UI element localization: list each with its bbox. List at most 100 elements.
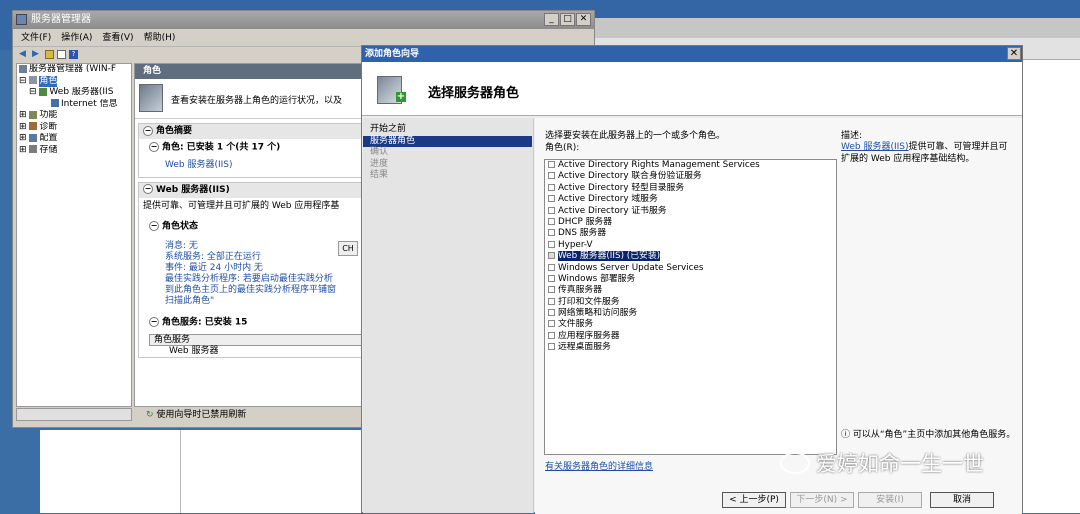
tree-item-features[interactable]: ⊞ 功能 xyxy=(17,110,131,122)
roles-intro: 查看安装在服务器上角色的运行状况，以及 xyxy=(135,79,383,119)
server-manager-title: 服务器管理器 xyxy=(31,14,91,25)
back-button[interactable]: < 上一步(P) xyxy=(722,492,786,508)
configuration-icon xyxy=(29,133,38,142)
web-server-section: − Web 服务器(IIS) 提供可靠、可管理并且可扩展的 Web 应用程序基 −… xyxy=(138,181,380,358)
hint-text: ⓘ 可以从“角色”主页中添加其他角色服务。 xyxy=(841,430,1016,440)
pane-title: 角色 xyxy=(135,64,383,79)
add-plus-icon: + xyxy=(396,91,406,102)
checkbox[interactable] xyxy=(548,274,555,282)
role-item[interactable]: Active Directory Rights Management Servi… xyxy=(545,160,836,171)
checkbox[interactable] xyxy=(548,297,555,305)
role-services-table-row: Web 服务器 xyxy=(169,345,219,356)
maximize-button[interactable]: □ xyxy=(560,13,575,26)
iis-icon xyxy=(51,99,59,107)
step-confirmation: 确认 xyxy=(370,147,389,157)
roles-list: Active Directory Rights Management Servi… xyxy=(544,159,837,455)
role-item[interactable]: 传真服务器 xyxy=(545,285,836,296)
checkbox[interactable] xyxy=(548,206,555,214)
tree-item-configuration[interactable]: ⊞ 配置 xyxy=(17,133,131,145)
step-server-roles[interactable]: 服务器角色 xyxy=(363,135,532,147)
checkbox[interactable] xyxy=(548,161,555,168)
server-manager-icon xyxy=(16,14,27,25)
tree-item-iis[interactable]: Internet 信息 xyxy=(17,99,131,111)
server-icon xyxy=(19,64,27,73)
step-progress: 进度 xyxy=(370,158,389,169)
role-item[interactable]: 远程桌面服务 xyxy=(545,342,836,353)
checkbox[interactable] xyxy=(548,195,555,203)
role-item[interactable]: 应用程序服务器 xyxy=(545,331,836,342)
features-icon xyxy=(29,110,38,119)
step-results: 结果 xyxy=(370,170,389,180)
menu-view[interactable]: 查看(V) xyxy=(102,29,133,46)
checkbox[interactable] xyxy=(548,183,555,191)
more-info-link[interactable]: 有关服务器角色的详细信息 xyxy=(545,459,653,472)
back-arrow-icon[interactable]: ◀ xyxy=(19,49,29,59)
role-item[interactable]: DHCP 服务器 xyxy=(545,217,836,228)
checkbox[interactable] xyxy=(548,286,555,294)
next-button[interactable]: 下一步(N) > xyxy=(790,492,854,508)
role-item[interactable]: Active Directory 联合身份验证服务 xyxy=(545,171,836,182)
forward-arrow-icon[interactable]: ▶ xyxy=(32,49,42,59)
tree-item-roles[interactable]: ⊟ 角色 xyxy=(17,75,131,87)
role-summary-section: − 角色摘要 − 角色: 已安装 1 个(共 17 个) Web 服务器(IIS) xyxy=(138,123,380,178)
checkbox[interactable] xyxy=(548,263,555,271)
status-bpa-3: 扫描此角色" xyxy=(165,296,215,306)
wizard-titlebar: 添加角色向导 ✕ xyxy=(362,46,1022,62)
minimize-button[interactable]: _ xyxy=(544,13,559,26)
install-button[interactable]: 安装(I) xyxy=(858,492,922,508)
checkbox[interactable] xyxy=(548,343,555,351)
role-item[interactable]: Active Directory 证书服务 xyxy=(545,206,836,217)
checkbox[interactable] xyxy=(548,320,555,328)
checkbox-checked[interactable] xyxy=(548,252,555,260)
show-hide-tree-icon[interactable] xyxy=(57,49,66,59)
menu-file[interactable]: 文件(F) xyxy=(21,29,51,46)
role-item[interactable]: 打印和文件服务 xyxy=(545,297,836,308)
language-bar-ch[interactable]: CH xyxy=(338,241,358,256)
wizard-header: + 选择服务器角色 xyxy=(362,62,1022,116)
step-before-you-begin[interactable]: 开始之前 xyxy=(363,124,533,136)
tree-horizontal-scrollbar[interactable] xyxy=(16,408,132,421)
role-item[interactable]: Windows 部署服务 xyxy=(545,274,836,285)
tree-item-storage[interactable]: ⊞ 存储 xyxy=(17,145,131,157)
up-folder-icon[interactable] xyxy=(45,49,54,59)
role-item[interactable]: DNS 服务器 xyxy=(545,228,836,239)
role-item[interactable]: 文件服务 xyxy=(545,319,836,330)
cancel-button[interactable]: 取消 xyxy=(930,492,994,508)
tree-item-server-manager[interactable]: 服务器管理器 (WIN-F xyxy=(17,64,131,76)
checkbox[interactable] xyxy=(548,240,555,248)
menu-action[interactable]: 操作(A) xyxy=(61,29,92,46)
collapse-icon[interactable]: − xyxy=(149,317,159,327)
role-link-web-server[interactable]: Web 服务器(IIS) xyxy=(139,157,379,177)
role-item-web-server[interactable]: Web 服务器(IIS) (已安装) xyxy=(545,251,836,262)
tree-item-web-server[interactable]: ⊟ Web 服务器(IIS xyxy=(17,87,131,99)
role-item[interactable]: Active Directory 域服务 xyxy=(545,194,836,205)
wizard-buttons: < 上一步(P) 下一步(N) > 安装(I) 取消 xyxy=(722,492,994,508)
role-item[interactable]: Hyper-V xyxy=(545,240,836,251)
server-manager-titlebar: 服务器管理器 _ □ ✕ xyxy=(13,11,594,29)
close-button[interactable]: ✕ xyxy=(576,13,591,26)
role-item[interactable]: Active Directory 轻型目录服务 xyxy=(545,183,836,194)
wizard-close-button[interactable]: ✕ xyxy=(1007,47,1021,60)
role-item[interactable]: Windows Server Update Services xyxy=(545,263,836,274)
checkbox[interactable] xyxy=(548,172,555,180)
checkbox[interactable] xyxy=(548,331,555,339)
menu-help[interactable]: 帮助(H) xyxy=(144,29,176,46)
info-icon: ⓘ xyxy=(841,430,851,440)
role-item[interactable]: 网络策略和访问服务 xyxy=(545,308,836,319)
help-icon[interactable]: ? xyxy=(69,49,78,59)
description-link[interactable]: Web 服务器(IIS) xyxy=(841,142,909,152)
checkbox[interactable] xyxy=(548,229,555,237)
tree-item-diagnostics[interactable]: ⊞ 诊断 xyxy=(17,122,131,134)
collapse-icon[interactable]: − xyxy=(149,220,159,231)
collapse-icon[interactable]: − xyxy=(149,142,159,152)
collapse-icon[interactable]: − xyxy=(143,184,153,194)
roles-large-icon xyxy=(139,84,163,112)
role-services-table-header: 角色服务 xyxy=(149,333,369,346)
checkbox[interactable] xyxy=(548,217,555,225)
refresh-icon: ↻ xyxy=(146,410,154,420)
status-events: 事件: 最近 24 小时内 无 xyxy=(165,263,263,273)
roles-label: 角色(R): xyxy=(545,143,580,153)
collapse-icon[interactable]: − xyxy=(143,125,153,136)
checkbox[interactable] xyxy=(548,309,555,317)
diagnostics-icon xyxy=(29,122,38,130)
